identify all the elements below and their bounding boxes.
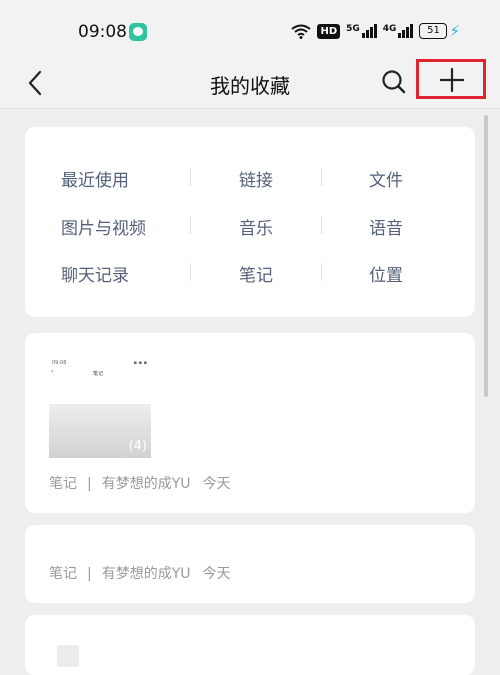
note-thumbnail: 09:08 ▪ ▪ ▪ ‹ 笔记 (4) [49, 358, 151, 458]
hd-badge: HD [317, 23, 341, 39]
signal-4g-icon: 4G [383, 24, 414, 38]
category-files[interactable]: 文件 [369, 166, 489, 191]
category-recent[interactable]: 最近使用 [61, 166, 181, 191]
signal-5g-label: 5G [346, 24, 360, 34]
meta-separator: | [87, 476, 92, 492]
divider [321, 263, 322, 281]
category-notes[interactable]: 笔记 [239, 261, 359, 286]
thumbnail-time: 09:08 [52, 360, 67, 366]
signal-4g-label: 4G [382, 24, 397, 34]
charging-icon: ⚡ [449, 22, 460, 40]
item-author: 有梦想的成YU [101, 566, 191, 582]
category-links[interactable]: 链接 [239, 166, 359, 191]
item-thumbnail [57, 645, 79, 667]
status-time: 09:08 [78, 22, 127, 42]
plus-icon [440, 68, 464, 92]
item-time: 今天 [202, 566, 231, 582]
battery-icon: 51 [419, 23, 448, 39]
divider [190, 263, 191, 281]
category-voice[interactable]: 语音 [369, 214, 489, 239]
item-time: 今天 [202, 476, 231, 492]
status-icons: HD 5G 4G 51 ⚡ [291, 22, 460, 40]
chat-notification-icon [129, 23, 147, 41]
item-type: 笔记 [49, 566, 77, 582]
status-bar: 09:08 HD 5G 4G 51 ⚡ [0, 0, 500, 62]
category-music[interactable]: 音乐 [239, 214, 359, 239]
wifi-icon [291, 24, 312, 39]
divider [190, 168, 191, 186]
item-meta: 笔记 | 有梦想的成YU 今天 [49, 563, 231, 583]
divider [321, 168, 322, 186]
signal-5g-icon: 5G [346, 24, 377, 38]
favorite-item[interactable]: 09:08 ▪ ▪ ▪ ‹ 笔记 (4) 笔记 | 有梦想的成YU 今天 [25, 333, 475, 513]
meta-separator: | [87, 566, 92, 582]
image-count: (4) [128, 439, 147, 454]
item-author: 有梦想的成YU [101, 476, 191, 492]
item-meta: 笔记 | 有梦想的成YU 今天 [49, 473, 231, 493]
scrollbar[interactable] [484, 115, 488, 397]
item-type: 笔记 [49, 476, 77, 492]
divider [190, 216, 191, 234]
category-chat-history[interactable]: 聊天记录 [61, 261, 181, 286]
category-card: 最近使用 链接 文件 图片与视频 音乐 语音 聊天记录 笔记 位置 [25, 127, 475, 317]
search-icon[interactable] [380, 68, 408, 96]
thumbnail-title: 笔记 [93, 371, 104, 377]
thumbnail-status-icons: ▪ ▪ ▪ [133, 360, 147, 366]
category-images-videos[interactable]: 图片与视频 [61, 214, 181, 239]
favorite-item[interactable]: 笔记 | 有梦想的成YU 今天 [25, 525, 475, 603]
favorite-item[interactable] [25, 615, 475, 675]
category-location[interactable]: 位置 [369, 261, 489, 286]
add-button[interactable] [416, 59, 486, 99]
nav-bar: 我的收藏 [0, 59, 500, 109]
divider [321, 216, 322, 234]
thumbnail-back-icon: ‹ [51, 368, 54, 375]
